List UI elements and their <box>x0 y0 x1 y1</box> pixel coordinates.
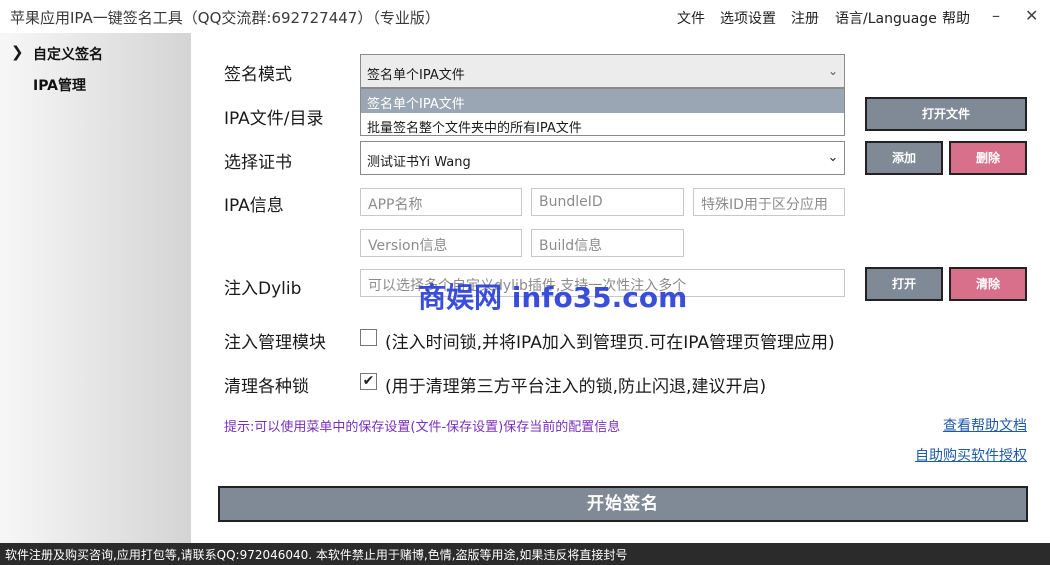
clear-dylib-button[interactable]: 清除 <box>949 267 1027 301</box>
chevron-right-icon: ❯ <box>11 43 24 61</box>
sign-mode-value: 签名单个IPA文件 <box>367 68 465 83</box>
watermark: 商娱网 info35.com <box>418 281 688 314</box>
help-doc-link[interactable]: 查看帮助文档 <box>943 415 1027 435</box>
chevron-down-icon[interactable]: ⌄ <box>822 142 844 174</box>
sign-mode-label: 签名模式 <box>224 65 292 85</box>
bundle-id-input[interactable]: BundleID <box>531 188 684 216</box>
manage-module-label: 注入管理模块 <box>224 333 326 353</box>
clear-locks-description: (用于清理第三方平台注入的锁,防止闪退,建议开启) <box>385 377 767 397</box>
add-certificate-button[interactable]: 添加 <box>865 141 943 175</box>
certificate-select[interactable]: 测试证书Yi Wang ⌄ <box>360 141 845 175</box>
special-id-input[interactable]: 特殊ID用于区分应用 <box>693 188 845 216</box>
sign-mode-option-single[interactable]: 签名单个IPA文件 <box>361 89 844 113</box>
window-title: 苹果应用IPA一键签名工具（QQ交流群:692727447）（专业版） <box>10 9 440 27</box>
menu-register[interactable]: 注册 <box>791 8 819 28</box>
ipa-file-label: IPA文件/目录 <box>224 109 324 129</box>
menu-file[interactable]: 文件 <box>677 8 705 28</box>
chevron-down-icon[interactable]: ⌄ <box>822 55 844 87</box>
menu-options[interactable]: 选项设置 <box>720 8 776 28</box>
start-sign-button[interactable]: 开始签名 <box>218 486 1028 522</box>
status-bar: 软件注册及购买咨询,应用打包等,请联系QQ:972046040. 本软件禁止用于… <box>0 543 1050 565</box>
hint-text: 提示:可以使用菜单中的保存设置(文件-保存设置)保存当前的配置信息 <box>224 420 621 435</box>
sign-mode-select[interactable]: 签名单个IPA文件 ⌄ <box>360 54 845 88</box>
open-file-button[interactable]: 打开文件 <box>865 97 1027 131</box>
buy-license-link[interactable]: 自助购买软件授权 <box>915 445 1027 465</box>
sign-mode-option-batch[interactable]: 批量签名整个文件夹中的所有IPA文件 <box>361 113 844 137</box>
app-name-input[interactable]: APP名称 <box>360 188 522 216</box>
sidebar: ❯ 自定义签名 IPA管理 <box>0 33 191 543</box>
certificate-label: 选择证书 <box>224 153 292 173</box>
close-icon[interactable]: ✕ <box>1025 6 1038 25</box>
clear-locks-label: 清理各种锁 <box>224 377 309 397</box>
ipa-info-label: IPA信息 <box>224 196 284 216</box>
manage-module-description: (注入时间锁,并将IPA加入到管理页.可在IPA管理页管理应用) <box>385 333 835 353</box>
sidebar-item-custom-sign[interactable]: 自定义签名 <box>33 44 103 64</box>
manage-module-checkbox[interactable] <box>360 329 377 346</box>
title-bar: 苹果应用IPA一键签名工具（QQ交流群:692727447）（专业版） 文件 选… <box>0 0 1050 33</box>
menu-help[interactable]: 帮助 <box>942 8 970 28</box>
menu-language[interactable]: 语言/Language <box>835 8 937 28</box>
sidebar-item-ipa-manage[interactable]: IPA管理 <box>33 75 86 95</box>
version-input[interactable]: Version信息 <box>360 229 522 257</box>
delete-certificate-button[interactable]: 删除 <box>949 141 1027 175</box>
clear-locks-checkbox[interactable]: ✔ <box>360 373 377 390</box>
sign-mode-dropdown: 签名单个IPA文件 批量签名整个文件夹中的所有IPA文件 <box>360 88 845 136</box>
open-dylib-button[interactable]: 打开 <box>865 267 943 301</box>
minimize-icon[interactable]: – <box>992 6 1000 25</box>
certificate-value: 测试证书Yi Wang <box>367 155 471 170</box>
dylib-label: 注入Dylib <box>224 279 302 299</box>
build-input[interactable]: Build信息 <box>531 229 684 257</box>
